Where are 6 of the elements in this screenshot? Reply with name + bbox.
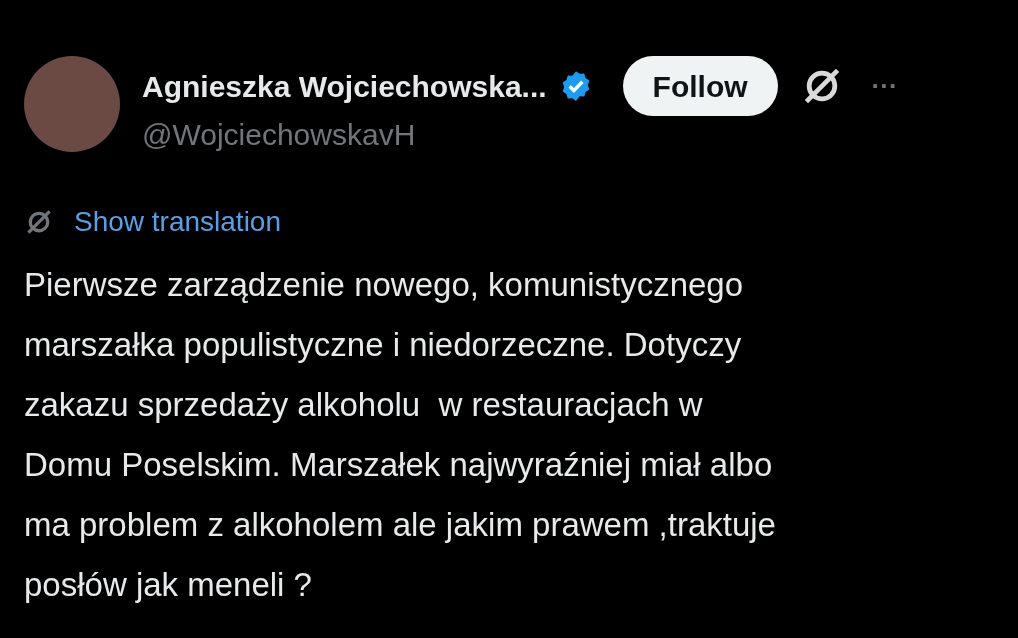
more-menu-button[interactable]: ··· [871, 66, 898, 106]
follow-button[interactable]: Follow [622, 56, 778, 116]
translate-icon [24, 207, 54, 237]
post-text: Pierwsze zarządzenie nowego, komunistycznego marszałka populistyczne i niedorzeczne. Dotyczy zakazu sprzedaży alkoholu w restauracjach w Domu Poselskim. Marszałek najwyraźniej miał albo ma problem z alkoholem ale jakim prawem ,traktuje posłów jak meneli ? [23, 265, 777, 605]
show-translation-link[interactable]: Show translation [74, 201, 281, 243]
author-name[interactable]: Agnieszka Wojciechowska... [142, 63, 547, 109]
